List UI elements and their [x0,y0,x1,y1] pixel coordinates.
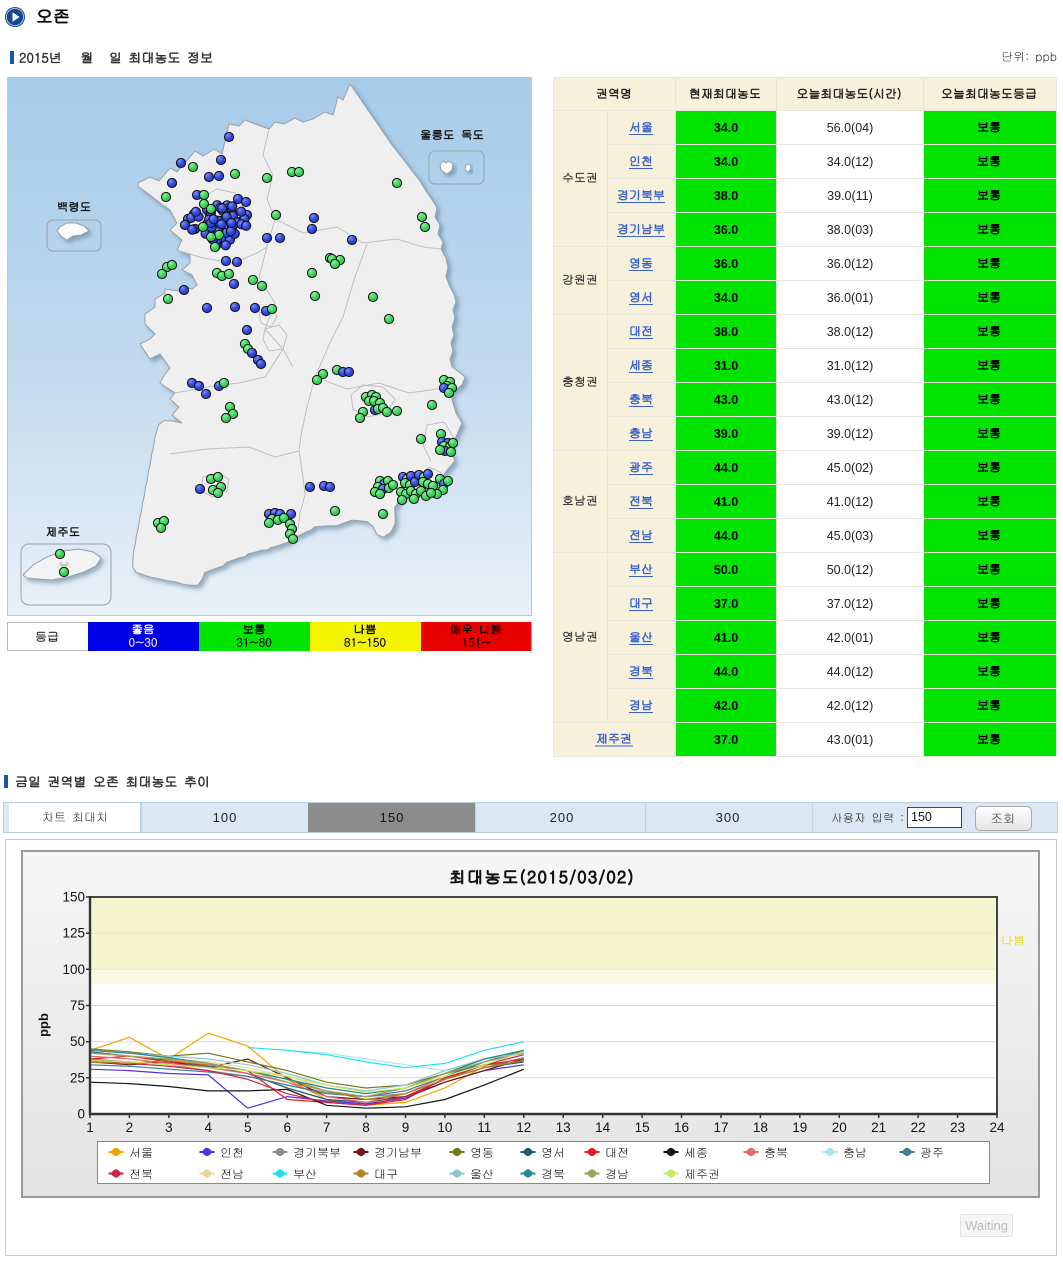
svg-text:1: 1 [86,1120,94,1135]
svg-text:23: 23 [950,1120,965,1135]
svg-text:50: 50 [70,1034,85,1049]
svg-text:9: 9 [402,1120,410,1135]
svg-text:100: 100 [62,962,85,977]
svg-text:10: 10 [437,1120,452,1135]
svg-text:5: 5 [244,1120,252,1135]
svg-text:150: 150 [62,890,85,905]
svg-text:11: 11 [477,1120,491,1135]
svg-text:24: 24 [989,1120,1005,1135]
svg-text:22: 22 [911,1120,926,1135]
svg-text:125: 125 [62,926,85,941]
svg-text:4: 4 [205,1120,213,1135]
svg-text:20: 20 [832,1120,847,1135]
svg-text:2: 2 [126,1120,134,1135]
svg-text:0: 0 [77,1107,85,1122]
svg-text:14: 14 [595,1120,611,1135]
svg-text:15: 15 [635,1120,650,1135]
svg-text:7: 7 [323,1120,331,1135]
svg-text:25: 25 [70,1070,85,1085]
svg-text:12: 12 [516,1120,531,1135]
svg-text:21: 21 [871,1120,886,1135]
svg-text:75: 75 [70,998,85,1013]
svg-text:18: 18 [753,1120,768,1135]
svg-text:3: 3 [165,1120,173,1135]
svg-text:8: 8 [362,1120,370,1135]
svg-text:17: 17 [713,1120,728,1135]
svg-text:16: 16 [674,1120,689,1135]
svg-text:13: 13 [556,1120,571,1135]
svg-text:6: 6 [283,1120,291,1135]
svg-text:19: 19 [792,1120,807,1135]
svg-text:ppb: ppb [36,1013,51,1037]
